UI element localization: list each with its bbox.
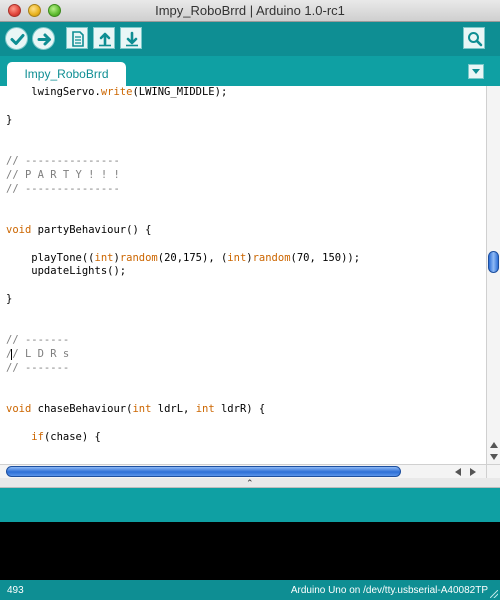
code-token: (LWING_MIDDLE); (132, 86, 228, 98)
code-line[interactable]: // --------------- (6, 155, 360, 169)
code-keyword: if (31, 430, 44, 443)
tab-impy-robobrrd[interactable]: Impy_RoboBrrd (7, 62, 126, 86)
code-comment: // --------------- (6, 182, 120, 195)
code-token: } (6, 113, 13, 126)
scroll-left-arrow-icon[interactable] (455, 468, 461, 476)
code-line[interactable] (6, 390, 360, 404)
code-line[interactable] (6, 100, 360, 114)
code-keyword: random (252, 251, 291, 264)
toolbar (0, 22, 500, 56)
arrow-up-icon (99, 32, 111, 47)
code-line[interactable] (6, 307, 360, 321)
vertical-scroll-thumb[interactable] (488, 251, 499, 273)
chevron-up-icon: ⌃ (246, 478, 254, 488)
code-line[interactable]: // ------- (6, 362, 360, 376)
code-line[interactable]: // --------------- (6, 183, 360, 197)
save-sketch-button[interactable] (120, 27, 142, 49)
code-token: updateLights(); (6, 265, 127, 278)
code-line[interactable] (6, 196, 360, 210)
code-token: ldrR) { (214, 403, 266, 416)
code-line[interactable] (6, 238, 360, 252)
title-bar: Impy_RoboBrrd | Arduino 1.0-rc1 (0, 0, 500, 22)
tab-label: Impy_RoboBrrd (24, 67, 109, 81)
scroll-down-arrow-icon[interactable] (490, 454, 498, 460)
message-area (0, 488, 500, 522)
triangle-down-icon (472, 69, 480, 74)
code-keyword: int (227, 251, 247, 264)
code-line[interactable]: playTone((int)random(20,175), (int)rando… (6, 252, 360, 266)
scroll-up-arrow-icon[interactable] (490, 442, 498, 448)
code-line[interactable]: // ------- (6, 334, 360, 348)
code-line[interactable]: if(chase) { (6, 431, 360, 445)
code-line[interactable] (6, 210, 360, 224)
magnifier-icon (468, 32, 483, 47)
code-keyword: int (94, 251, 114, 264)
code-line[interactable] (6, 141, 360, 155)
new-sketch-button[interactable] (66, 27, 88, 49)
code-line[interactable]: // L D R s (6, 348, 360, 362)
code-comment: // ------- (6, 361, 70, 374)
board-port-label: Arduino Uno on /dev/tty.usbserial-A40082… (290, 585, 488, 596)
horizontal-scroll-thumb[interactable] (6, 466, 401, 477)
code-line[interactable] (6, 321, 360, 335)
code-comment: // P A R T Y ! ! ! (6, 168, 120, 181)
scroll-right-arrow-icon[interactable] (470, 468, 476, 476)
code-token: (chase) { (43, 430, 101, 443)
code-text[interactable]: lwingServo.write(LWING_MIDDLE); } // ---… (6, 86, 360, 445)
window-title: Impy_RoboBrrd | Arduino 1.0-rc1 (155, 3, 345, 18)
code-token: playTone(( (6, 251, 95, 264)
code-token: chaseBehaviour( (31, 403, 133, 416)
tab-strip: Impy_RoboBrrd (0, 56, 500, 86)
upload-button[interactable] (32, 27, 55, 50)
code-keyword: void (6, 403, 32, 416)
code-line[interactable] (6, 127, 360, 141)
code-line[interactable]: void partyBehaviour() { (6, 224, 360, 238)
code-token: } (6, 292, 13, 305)
code-token: ldrL, (151, 403, 196, 416)
tab-menu-button[interactable] (468, 64, 484, 79)
open-sketch-button[interactable] (93, 27, 115, 49)
checkmark-icon (10, 34, 25, 45)
code-line[interactable] (6, 279, 360, 293)
vertical-scrollbar[interactable] (486, 86, 500, 464)
code-keyword: write (100, 86, 133, 98)
console-output (0, 522, 500, 580)
code-token: (20,175), ( (157, 251, 228, 264)
code-keyword: int (195, 403, 215, 416)
serial-monitor-button[interactable] (463, 27, 485, 49)
code-token: lwingServo. (6, 86, 101, 98)
code-comment: // ------- (6, 334, 70, 347)
arrow-right-icon (37, 33, 51, 46)
code-keyword: int (132, 403, 152, 416)
code-line[interactable]: // P A R T Y ! ! ! (6, 169, 360, 183)
code-comment: / L D R s (12, 348, 70, 361)
code-keyword: void (6, 223, 32, 236)
new-document-icon (72, 31, 84, 47)
verify-button[interactable] (5, 27, 28, 50)
line-number: 493 (7, 585, 24, 596)
code-comment: // --------------- (6, 154, 120, 167)
horizontal-scrollbar[interactable] (0, 464, 486, 478)
code-token: (70, 150)); (290, 251, 361, 264)
code-line[interactable]: } (6, 293, 360, 307)
console-splitter[interactable]: ⌃ (0, 478, 500, 488)
code-line[interactable]: void chaseBehaviour(int ldrL, int ldrR) … (6, 403, 360, 417)
status-bar: 493 Arduino Uno on /dev/tty.usbserial-A4… (0, 580, 500, 600)
code-line[interactable] (6, 376, 360, 390)
scrollbar-corner (486, 464, 500, 478)
resize-grip-icon[interactable] (490, 590, 498, 598)
arrow-down-icon (126, 31, 138, 47)
code-editor[interactable]: lwingServo.write(LWING_MIDDLE); } // ---… (0, 86, 486, 464)
code-line[interactable]: } (6, 114, 360, 128)
code-line[interactable]: lwingServo.write(LWING_MIDDLE); (6, 86, 360, 100)
code-token: partyBehaviour() { (31, 223, 152, 236)
code-line[interactable] (6, 417, 360, 431)
code-keyword: random (119, 251, 158, 264)
code-line[interactable]: updateLights(); (6, 265, 360, 279)
